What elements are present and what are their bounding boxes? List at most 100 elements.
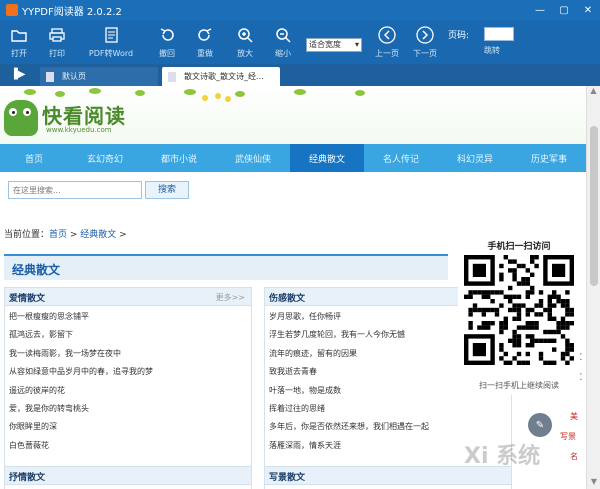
nav-history[interactable]: 历史军事 — [512, 144, 586, 172]
watermark: Xi 系统 — [464, 444, 541, 469]
qr-module — [516, 307, 522, 313]
list-item[interactable]: 你眼眸里的深 — [9, 418, 251, 436]
open-button[interactable]: 打开 — [0, 24, 38, 59]
qr-module — [516, 263, 522, 269]
qr-module — [538, 312, 544, 317]
close-icon[interactable]: ✕ — [266, 71, 274, 81]
list-item[interactable]: 从容如绿意中品岁月中的春，追寻我的梦 — [9, 363, 251, 381]
tab-default[interactable]: 默认页 — [40, 67, 158, 86]
qr-module — [552, 303, 557, 308]
nav-scifi[interactable]: 科幻灵异 — [438, 144, 512, 172]
qr-module — [560, 351, 566, 357]
side-label[interactable]: 名 — [570, 451, 586, 462]
qr-code[interactable] — [464, 255, 574, 365]
page-label: 页码: — [448, 31, 470, 41]
nav-home[interactable]: 首页 — [0, 144, 68, 172]
open-label: 打开 — [11, 49, 27, 58]
qr-module — [512, 329, 517, 335]
qr-module — [552, 347, 557, 352]
list-item[interactable]: 我一读梅雨影，我一场梦在夜中 — [9, 345, 251, 363]
qr-module — [508, 338, 513, 343]
qr-module — [538, 290, 544, 295]
page-number-input[interactable] — [484, 27, 514, 41]
breadcrumb-current[interactable]: 经典散文 — [80, 230, 116, 240]
qr-module — [490, 321, 495, 326]
qr-module — [508, 294, 513, 299]
list-item[interactable]: 遥远的彼岸的花 — [9, 382, 251, 400]
qr-module — [516, 303, 522, 308]
qr-module — [569, 343, 574, 348]
scroll-down-icon[interactable]: ▼ — [587, 477, 600, 489]
list-item[interactable]: 多年后，你是否依然还来想，我们相遇在一起 — [269, 418, 511, 436]
zoom-out-button[interactable]: 缩小 — [264, 24, 302, 59]
qr-module — [525, 343, 530, 348]
close-window-button[interactable]: ✕ — [576, 0, 600, 20]
qr-finder — [552, 263, 566, 277]
qr-module — [468, 307, 473, 313]
qr-finder — [472, 263, 486, 277]
nav-fantasy[interactable]: 玄幻奇幻 — [68, 144, 142, 172]
vertical-scrollbar[interactable]: ▲ ▼ — [586, 86, 600, 489]
qr-module — [499, 343, 504, 348]
feedback-float-button[interactable]: ✎ — [528, 413, 552, 437]
undo-button[interactable]: 撤回 — [148, 24, 186, 59]
more-link[interactable]: 更多>> — [216, 292, 245, 303]
page-icon — [46, 71, 54, 82]
site-search-input[interactable]: 在这里搜索... — [8, 181, 142, 199]
lyric-prose-column: 抒情散文 — [4, 466, 252, 489]
list-item[interactable]: 把一根瘦瘦的思念铺平 — [9, 308, 251, 326]
qr-module — [490, 299, 495, 304]
qr-module — [512, 338, 517, 343]
qr-module — [552, 290, 557, 295]
zoom-out-label: 缩小 — [275, 49, 291, 58]
jump-button[interactable]: 跳转 — [484, 45, 500, 56]
print-button[interactable]: 打印 — [38, 24, 76, 59]
nav-biography[interactable]: 名人传记 — [364, 144, 438, 172]
prev-page-button[interactable]: 上一页 — [368, 24, 406, 59]
site-nav: 首页 玄幻奇幻 都市小说 武侠仙侠 经典散文 名人传记 科幻灵异 历史军事 — [0, 144, 586, 172]
section-header: 经典散文 — [4, 254, 448, 280]
site-search-button[interactable]: 搜索 — [145, 181, 189, 199]
qr-module — [472, 307, 478, 313]
list-item[interactable]: 白色蔷薇花 — [9, 437, 251, 455]
nav-wuxia[interactable]: 武侠仙侠 — [216, 144, 290, 172]
column-header: 爱情散文 更多>> — [5, 288, 251, 306]
qr-module — [490, 307, 495, 313]
maximize-button[interactable]: ▢ — [552, 0, 576, 20]
pdf-to-word-button[interactable]: PDF转Word — [88, 24, 134, 59]
zoom-in-button[interactable]: 放大 — [226, 24, 264, 59]
qr-module — [512, 277, 517, 282]
minimize-button[interactable]: — — [528, 0, 552, 20]
site-logo[interactable]: 快看阅读 — [42, 100, 126, 129]
qr-module — [547, 307, 552, 313]
qr-module — [560, 356, 566, 361]
redo-label: 重做 — [197, 49, 213, 58]
zoom-select-value: 适合宽度 — [309, 40, 341, 49]
tab-article[interactable]: 散文诗歌_散文诗_经... ✕ — [162, 67, 280, 86]
chevron-down-icon: ▾ — [354, 40, 359, 49]
qr-module — [543, 360, 548, 365]
breadcrumb-home[interactable]: 首页 — [49, 230, 67, 240]
qr-module — [530, 334, 535, 339]
nav-urban[interactable]: 都市小说 — [142, 144, 216, 172]
scroll-thumb[interactable] — [590, 126, 598, 286]
redo-button[interactable]: 重做 — [186, 24, 224, 59]
side-label[interactable]: 美 — [570, 411, 586, 422]
qr-module — [499, 347, 504, 352]
side-label[interactable]: 写景 — [560, 431, 576, 442]
list-item[interactable]: 挥着过往的思绪 — [269, 400, 511, 418]
list-item[interactable]: 爱，我是你的转弯桃头 — [9, 400, 251, 418]
list-item[interactable]: 孤鸿远去，影留下 — [9, 326, 251, 344]
qr-module — [525, 277, 530, 282]
sidebar-toggle-icon[interactable]: ▐▶ — [10, 69, 25, 80]
qr-module — [565, 290, 570, 295]
qr-module — [499, 329, 504, 335]
zoom-select[interactable]: 适合宽度 ▾ — [306, 38, 362, 52]
nav-classic-prose[interactable]: 经典散文 — [290, 144, 364, 172]
qr-module — [499, 325, 504, 330]
scroll-up-icon[interactable]: ▲ — [587, 86, 600, 98]
qr-module — [534, 312, 539, 317]
qr-module — [503, 294, 508, 299]
next-page-button[interactable]: 下一页 — [406, 24, 444, 59]
qr-module — [534, 321, 539, 326]
